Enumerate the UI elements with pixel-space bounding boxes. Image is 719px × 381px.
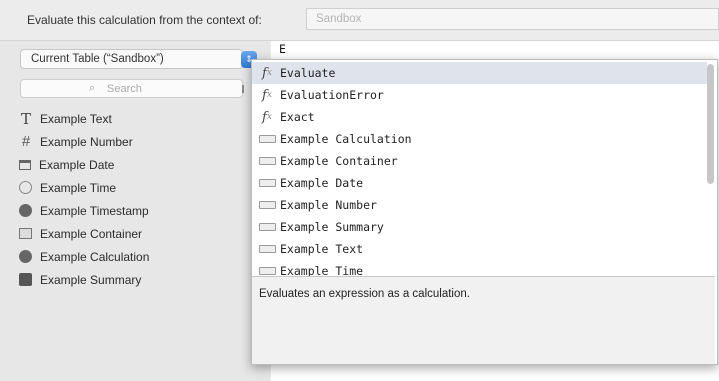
table-scope-value: Current Table (“Sandbox”) — [31, 53, 164, 65]
autocomplete-item-label: Evaluate — [280, 66, 336, 80]
field-label: Example Date — [39, 157, 115, 172]
autocomplete-item[interactable]: Example Number — [252, 194, 707, 216]
field-search-input[interactable]: ⌕ Search — [20, 79, 243, 98]
summary-type-icon — [19, 273, 32, 286]
autocomplete-item[interactable]: fx Evaluate — [252, 62, 707, 84]
context-label: Evaluate this calculation from the conte… — [27, 13, 262, 27]
context-field[interactable]: Sandbox — [306, 8, 719, 30]
field-item[interactable]: Example Time — [18, 176, 258, 199]
field-icon — [256, 245, 278, 253]
field-item[interactable]: Example Timestamp — [18, 199, 258, 222]
field-item[interactable]: Example Date — [18, 153, 258, 176]
table-scope-select[interactable]: Current Table (“Sandbox”) — [20, 49, 243, 69]
autocomplete-popup: fx Evaluate fx EvaluationError fx Exact … — [251, 59, 718, 365]
field-list: T Example Text # Example Number Example … — [18, 107, 258, 291]
field-icon — [256, 223, 278, 231]
autocomplete-item-label: Example Container — [280, 154, 398, 168]
autocomplete-item[interactable]: Example Summary — [252, 216, 707, 238]
autocomplete-item[interactable]: Example Calculation — [252, 128, 707, 150]
autocomplete-description: Evaluates an expression as a calculation… — [252, 276, 715, 364]
autocomplete-list: fx Evaluate fx EvaluationError fx Exact … — [252, 62, 707, 277]
field-icon — [256, 267, 278, 275]
container-type-icon — [19, 228, 32, 239]
context-value: Sandbox — [316, 13, 362, 25]
autocomplete-item-label: Example Calculation — [280, 132, 412, 146]
function-icon: fx — [262, 65, 272, 81]
autocomplete-item-label: EvaluationError — [280, 88, 384, 102]
search-icon: ⌕ — [89, 82, 96, 94]
field-item[interactable]: Example Calculation — [18, 245, 258, 268]
context-bar: Evaluate this calculation from the conte… — [0, 0, 719, 41]
field-label: Example Calculation — [40, 249, 150, 264]
autocomplete-item[interactable]: Example Text — [252, 238, 707, 260]
text-type-icon: T — [20, 109, 31, 128]
autocomplete-item-label: Example Number — [280, 198, 377, 212]
field-icon — [256, 201, 278, 209]
field-item[interactable]: T Example Text — [18, 107, 258, 130]
autocomplete-item[interactable]: fx Exact — [252, 106, 707, 128]
autocomplete-item[interactable]: Example Date — [252, 172, 707, 194]
description-text: Evaluates an expression as a calculation… — [259, 288, 470, 300]
number-type-icon: # — [21, 133, 31, 150]
field-label: Example Timestamp — [40, 203, 149, 218]
search-placeholder: Search — [107, 83, 142, 95]
field-icon — [256, 179, 278, 187]
autocomplete-item[interactable]: Example Container — [252, 150, 707, 172]
split-handle[interactable] — [242, 85, 244, 93]
field-icon — [256, 135, 278, 143]
function-icon: fx — [262, 109, 272, 125]
field-label: Example Number — [40, 134, 133, 149]
autocomplete-item[interactable]: fx EvaluationError — [252, 84, 707, 106]
autocomplete-item-label: Example Date — [280, 176, 364, 190]
calculation-text: E — [279, 42, 286, 56]
field-item[interactable]: Example Summary — [18, 268, 258, 291]
autocomplete-item-label: Example Summary — [280, 220, 384, 234]
autocomplete-item-label: Example Text — [280, 242, 364, 256]
calculation-type-icon — [19, 250, 32, 263]
field-label: Example Summary — [40, 272, 142, 287]
timestamp-type-icon — [19, 204, 32, 217]
function-icon: fx — [262, 87, 272, 103]
autocomplete-item-label: Exact — [280, 110, 315, 124]
date-type-icon — [19, 159, 31, 170]
field-item[interactable]: # Example Number — [18, 130, 258, 153]
autocomplete-item[interactable]: Example Time — [252, 260, 707, 277]
field-label: Example Time — [40, 180, 117, 195]
field-icon — [256, 157, 278, 165]
field-picker-panel: Current Table (“Sandbox”) ⇕ ⌕ Search T E… — [0, 41, 270, 381]
field-label: Example Text — [40, 111, 112, 126]
field-item[interactable]: Example Container — [18, 222, 258, 245]
time-type-icon — [19, 181, 32, 194]
field-label: Example Container — [40, 226, 143, 241]
autocomplete-scrollbar[interactable] — [707, 64, 714, 184]
